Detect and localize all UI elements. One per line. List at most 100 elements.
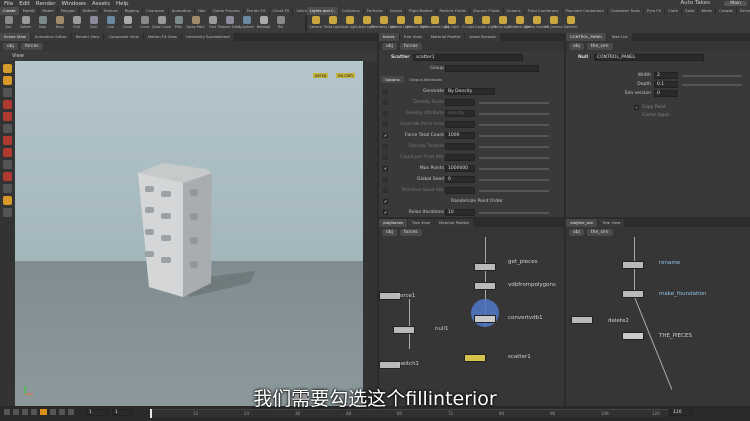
shelf-tab[interactable]: Lights and C. (307, 7, 338, 15)
shelf-tool-area-light[interactable]: Area Light (358, 15, 375, 33)
param-field[interactable]: By Density (445, 88, 495, 95)
camera-menu[interactable]: no cam (336, 73, 355, 78)
shelf-tool-geometry-light[interactable]: Geometry Light (371, 15, 396, 33)
shelf-tab[interactable]: Container Tools (607, 7, 643, 15)
pane-tab[interactable]: Asset Browser (465, 33, 501, 41)
shelf-tool-portal-light[interactable]: Portal Light (493, 15, 512, 33)
shelf-tool-l-system[interactable]: L-System (238, 15, 255, 33)
brush-tool-icon[interactable] (3, 148, 12, 157)
render-region-icon[interactable] (3, 196, 12, 205)
shelf-tab[interactable]: Guide Process (209, 7, 243, 15)
shelf-tab[interactable]: Particles (363, 7, 386, 15)
select-tool-icon[interactable] (3, 64, 12, 73)
pane-tab[interactable]: forces (379, 33, 399, 41)
node-null1[interactable] (393, 326, 415, 334)
shelf-tab[interactable]: Fluid Containers (524, 7, 562, 15)
node-the-pieces[interactable] (622, 332, 644, 340)
shelf-tab[interactable]: Deform (79, 7, 100, 15)
scale-tool-icon[interactable] (3, 112, 12, 121)
shelf-tab[interactable]: Animation (168, 7, 195, 15)
shelf-tab[interactable]: Cloud FX (269, 7, 293, 15)
param-slider[interactable] (479, 157, 549, 159)
shelf-tab[interactable]: Model (39, 7, 57, 15)
param-checkbox[interactable]: ✔ (383, 133, 388, 138)
node-scatter1[interactable] (464, 354, 486, 362)
param-checkbox[interactable] (383, 100, 388, 105)
param-checkbox[interactable] (383, 89, 388, 94)
pane-tab[interactable]: Render View (71, 33, 104, 41)
shelf-tool-tube[interactable]: Tube (34, 15, 51, 33)
shelf-tool-vr-camera[interactable]: VR Camera (545, 15, 562, 33)
shelf-tool-torus[interactable]: Torus (51, 15, 68, 33)
shelf-tool-sphere[interactable]: Sphere (17, 15, 34, 33)
pane-tab[interactable]: Material Palette (435, 219, 473, 227)
shelf-tool-path[interactable]: Path (170, 15, 187, 33)
scene-viewport[interactable] (15, 61, 363, 406)
handle-tool-icon[interactable] (3, 124, 12, 133)
network-editor-forces[interactable]: get_pieces vdbfrompolygons force1 conver… (379, 237, 564, 406)
menu-edit[interactable]: Edit (19, 1, 30, 7)
shelf-tab[interactable]: Crowds (715, 7, 736, 15)
node-rename[interactable] (622, 261, 644, 269)
auto-takes-toggle[interactable]: Auto Takes (680, 0, 710, 6)
path-obj[interactable]: obj (569, 228, 584, 236)
pane-tab[interactable]: CONTROL_PANEL (566, 33, 607, 41)
param-slider[interactable] (479, 102, 549, 104)
menu-assets[interactable]: Assets (92, 1, 110, 7)
menu-help[interactable]: Help (116, 1, 129, 7)
shelf-tool-environment-light[interactable]: Environment Light (420, 15, 449, 33)
param-slider[interactable] (479, 212, 549, 214)
path-obj[interactable]: obj (569, 42, 584, 50)
shelf-tool-null[interactable]: Null (85, 15, 102, 33)
param-field[interactable]: density (445, 110, 475, 117)
snap-tool-icon[interactable] (3, 184, 12, 193)
param-slider[interactable] (479, 190, 549, 192)
menu-windows[interactable]: Windows (61, 1, 86, 7)
path-forces[interactable]: forces (399, 42, 422, 50)
param-checkbox[interactable]: ✔ (383, 166, 388, 171)
pane-tab[interactable]: Animation Editor (30, 33, 71, 41)
node-convertvdb1[interactable] (474, 315, 496, 323)
shelf-tool-line[interactable]: Line (102, 15, 119, 33)
shelf-tool-file[interactable]: File (272, 15, 289, 33)
node-name-field[interactable]: scatter1 (413, 54, 523, 61)
shelf-tab[interactable]: Texture (100, 7, 121, 15)
param-checkbox[interactable] (383, 188, 388, 193)
shelf-tool-stereo-camera[interactable]: Stereo Camera (525, 15, 548, 33)
shelf-tool-platonic-solids[interactable]: Platonic Solids (218, 15, 241, 33)
shelf-tab[interactable]: Polygon (57, 7, 79, 15)
shelf-tab[interactable]: Drive Simula. (736, 7, 750, 15)
shelf-tab[interactable]: Modify (19, 7, 39, 15)
param-field[interactable]: 1000 (445, 132, 475, 139)
param-field[interactable]: 1000000 (445, 165, 475, 172)
path-obj[interactable]: obj (3, 42, 18, 50)
path-the-sim[interactable]: the_sim (586, 42, 613, 50)
param-slider[interactable] (479, 124, 549, 126)
shelf-tool-sky-light[interactable]: Sky Light (443, 15, 460, 33)
shelf-tab[interactable]: Viscous Fluids (469, 7, 503, 15)
control-node-name[interactable]: CONTROL_PANEL (594, 54, 704, 61)
path-the-sim[interactable]: the_sim (586, 228, 613, 236)
param-slider[interactable] (479, 168, 549, 170)
magnet-tool-icon[interactable] (3, 172, 12, 181)
shelf-tab[interactable]: Hair (195, 7, 209, 15)
param-checkbox[interactable] (383, 111, 388, 116)
pane-tab[interactable]: Take List (607, 33, 632, 41)
path-forces[interactable]: forces (399, 228, 422, 236)
param-field[interactable] (445, 99, 475, 106)
control-field[interactable]: 0 (654, 90, 678, 97)
shelf-tab[interactable]: Oceans (503, 7, 524, 15)
persp-menu[interactable]: persp (313, 73, 329, 78)
pane-tab[interactable]: Geometry Spreadsheet (181, 33, 234, 41)
node-make-foundation[interactable] (622, 290, 644, 298)
shelf-tool-distant-light[interactable]: Distant Light (407, 15, 428, 33)
control-slider[interactable] (682, 84, 742, 86)
pane-tab[interactable]: Material Palette (426, 33, 465, 41)
shelf-tool-point-light[interactable]: Point Light (324, 15, 341, 33)
shelf-tool-camera[interactable]: Camera (307, 15, 324, 33)
shelf-tab[interactable]: Create (0, 7, 19, 15)
shelf-tool-grid[interactable]: Grid (68, 15, 85, 33)
shelf-tool-spot-light[interactable]: Spot Light (341, 15, 358, 33)
pane-tab[interactable]: Scene View (0, 33, 30, 41)
param-slider[interactable] (479, 179, 549, 181)
